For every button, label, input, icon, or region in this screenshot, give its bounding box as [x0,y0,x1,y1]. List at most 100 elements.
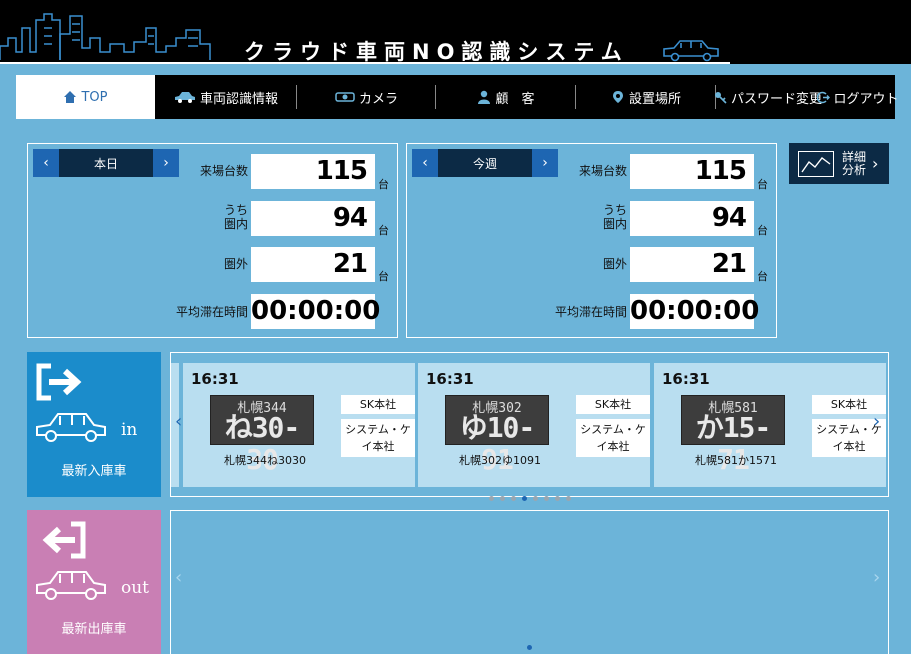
period-selector: ‹ 今週 › [412,149,558,177]
unit-label: 台 [757,270,768,283]
latest-in-caption: 最新入庫車 [61,464,127,479]
plate-text: 札幌581か1571 [695,454,777,467]
plate-image: 札幌344 ね30-30 [210,395,314,476]
nav-label: カメラ [358,91,398,107]
prev-period-button[interactable]: ‹ [33,149,59,177]
detail-label-line1: 詳細 [842,149,867,164]
pagination-dot[interactable] [565,496,571,501]
unit-label: 台 [378,178,389,191]
avg-stay-label: 平均滞在時間 [554,305,627,319]
pagination-dot[interactable] [510,496,516,501]
prev-period-button[interactable]: ‹ [412,149,438,177]
pagination-dot[interactable] [532,496,538,501]
stats-panel-week: ‹ 今週 › 来場台数 115 台 うち 圏内 94 台 圏外 21 台 平均滞… [406,143,777,338]
avg-stay-value: 00:00:00 [630,294,759,329]
car-icon [174,91,196,103]
company-tag: システム・ケイ本社 [576,419,650,457]
entry-time: 16:31 [426,370,474,388]
car-icon [36,413,106,442]
exit-arrow-icon [42,521,86,559]
nav-label: 車両認識情報 [199,91,278,107]
vehicle-card[interactable]: 16:31 札幌302 ゆ10-91 札幌302ゆ1091 SK本社 システム・… [418,363,650,487]
avg-stay-label: 平均滞在時間 [175,305,248,319]
pagination-dot[interactable] [521,496,527,501]
nav-label: TOP [81,89,108,105]
camera-icon [335,91,355,103]
direction-label: in [121,420,138,440]
visitors-label: 来場台数 [199,164,248,178]
nav-vehicle-info[interactable]: 車両認識情報 [155,75,297,119]
car-icon [36,571,106,600]
inarea-value: 94 [630,201,754,236]
header-divider [0,62,730,64]
direction-label: out [121,578,150,598]
inarea-label-2: 圏内 [602,217,627,231]
period-label: 本日 [93,156,118,171]
home-icon [63,90,77,104]
outarea-value: 21 [251,247,375,282]
nav-top[interactable]: TOP [16,75,155,119]
entry-time: 16:31 [191,370,239,388]
pagination-dot[interactable] [527,645,532,650]
unit-label: 台 [378,224,389,237]
pagination-dot[interactable] [488,496,494,501]
nav-label: パスワード変更 [731,91,823,107]
outarea-label: 圏外 [223,257,248,271]
carousel-next-button[interactable]: › [873,567,880,588]
plate-image: 札幌581 か15-71 [681,395,785,476]
app-header: クラウド車両NO認識システム [0,0,911,64]
main-nav: TOP 車両認識情報 カメラ 顧 客 設置場所 パスワード変更 ログアウト [16,75,899,119]
pagination-dot[interactable] [499,496,505,501]
visitors-value: 115 [630,154,754,189]
carousel-prev-button[interactable]: ‹ [175,411,182,432]
latest-out-carousel: ‹ › [170,510,889,654]
carousel-prev-button[interactable]: ‹ [175,567,182,588]
next-period-button[interactable]: › [153,149,179,177]
vehicle-card[interactable]: 16:31 札幌344 ね30-30 札幌344ね3030 SK本社 システム・… [183,363,415,487]
unit-label: 台 [757,178,768,191]
detail-analysis-button[interactable]: 詳細 分析 › [789,143,889,184]
latest-out-caption: 最新出庫車 [61,622,127,637]
period-label: 今週 [472,156,497,171]
entry-time: 16:31 [662,370,710,388]
visitors-label: 来場台数 [578,164,627,178]
location-icon [611,90,625,105]
vehicle-card[interactable]: 16:31 札幌581 か15-71 札幌581か1571 SK本社 システム・… [654,363,886,487]
city-skyline-icon [0,13,211,60]
plate-image: 札幌302 ゆ10-91 [445,395,549,476]
nav-label: 顧 客 [495,91,535,107]
nav-camera[interactable]: カメラ [297,75,436,119]
nav-logout[interactable]: ログアウト [816,75,899,119]
pagination-dot[interactable] [543,496,549,501]
next-period-button[interactable]: › [532,149,558,177]
latest-out-block: out 最新出庫車 [27,510,161,654]
nav-label: ログアウト [833,91,899,107]
nav-label: 設置場所 [628,91,681,107]
inarea-label-2: 圏内 [223,217,248,231]
org-tag: SK本社 [576,395,650,414]
outarea-label: 圏外 [602,257,627,271]
plate-text: 札幌302ゆ1091 [459,454,541,467]
visitors-value: 115 [251,154,375,189]
latest-in-block: in 最新入庫車 [27,352,161,497]
period-selector: ‹ 本日 › [33,149,179,177]
company-tag: システム・ケイ本社 [341,419,415,457]
inarea-value: 94 [251,201,375,236]
org-tag: SK本社 [341,395,415,414]
key-icon [714,91,727,104]
logout-icon [816,91,830,104]
unit-label: 台 [378,270,389,283]
line-chart-icon [798,150,834,177]
entry-arrow-icon [36,363,82,401]
nav-password-change[interactable]: パスワード変更 [714,75,823,119]
nav-customer[interactable]: 顧 客 [436,75,576,119]
carousel-next-button[interactable]: › [873,411,880,432]
plate-text: 札幌344ね3030 [224,454,306,467]
car-logo-icon [663,40,719,62]
pagination-dot[interactable] [554,496,560,501]
nav-location[interactable]: 設置場所 [576,75,716,119]
stats-panel-today: ‹ 本日 › 来場台数 115 台 うち 圏内 94 台 圏外 21 台 平均滞… [27,143,398,338]
chevron-right-icon: › [872,154,879,173]
carousel-pagination-out [171,635,888,654]
inarea-label-1: うち [602,203,627,217]
